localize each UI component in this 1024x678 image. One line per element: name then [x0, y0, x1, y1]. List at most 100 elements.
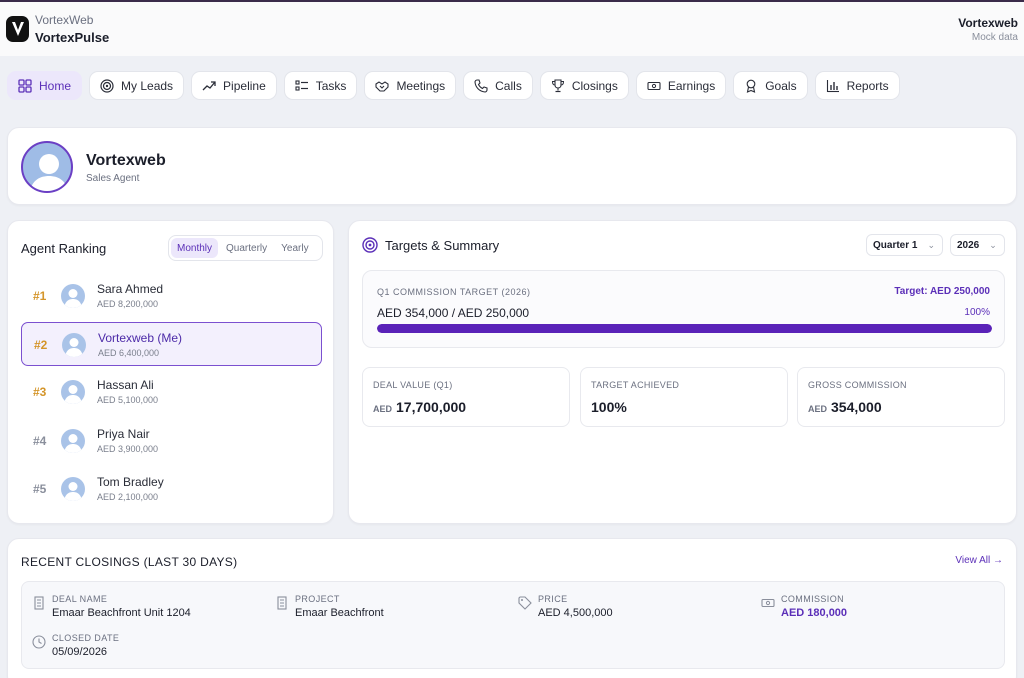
field-value: AED 4,500,000	[538, 607, 613, 619]
stat-value-wrap: AED 17,700,000	[373, 399, 466, 415]
stat-value-wrap: AED 354,000	[808, 399, 882, 415]
commission-target-label: Q1 COMMISSION TARGET (2026)	[377, 287, 531, 297]
avatar[interactable]	[21, 141, 73, 193]
nav-label: Reports	[846, 78, 889, 93]
target-icon	[100, 78, 114, 93]
agent-name: Hassan Ali	[97, 378, 154, 392]
ranking-title: Agent Ranking	[21, 241, 107, 256]
chevron-down-icon: ⌄	[989, 239, 997, 250]
stat-gross-commission: GROSS COMMISSION AED 354,000	[797, 367, 1005, 427]
field-label: COMMISSION	[781, 594, 845, 604]
nav-label: Earnings	[667, 78, 716, 93]
phone-icon	[474, 78, 488, 93]
stat-label: DEAL VALUE (Q1)	[373, 380, 453, 390]
nav-meetings[interactable]: Meetings	[364, 71, 457, 100]
ranking-row-me[interactable]: #2 Vortexweb (Me) AED 6,400,000	[21, 322, 322, 366]
commission-progress-percent: 100%	[964, 307, 990, 318]
main-nav: Home My Leads Pipeline Tasks Meetings Ca…	[7, 71, 900, 100]
grid-icon	[18, 78, 32, 93]
field-label: PROJECT	[295, 594, 340, 604]
agent-amount: AED 5,100,000	[97, 395, 159, 405]
period-selector: Monthly Quarterly Yearly	[168, 235, 323, 261]
avatar	[61, 429, 85, 453]
year-select-value: 2026	[957, 239, 980, 251]
stat-value: 17,700,000	[396, 399, 467, 415]
nav-pipeline[interactable]: Pipeline	[191, 71, 277, 100]
closings-title: RECENT CLOSINGS (LAST 30 DAYS)	[21, 555, 238, 569]
ranking-row[interactable]: #3 Hassan Ali AED 5,100,000	[21, 370, 322, 414]
avatar	[61, 284, 85, 308]
brand-app-name: VortexPulse	[35, 30, 110, 45]
agent-name: Vortexweb (Me)	[98, 331, 183, 345]
handshake-icon	[375, 80, 389, 92]
stat-value: 354,000	[831, 399, 882, 415]
commission-progress-fill	[377, 324, 992, 333]
nav-label: Closings	[571, 78, 618, 93]
nav-my-leads[interactable]: My Leads	[89, 71, 185, 100]
profile-card: Vortexweb Sales Agent	[7, 127, 1017, 205]
stat-currency: AED	[808, 404, 828, 414]
building-icon	[277, 596, 287, 610]
stat-target-achieved: TARGET ACHIEVED 100%	[580, 367, 788, 427]
commission-target-panel: Q1 COMMISSION TARGET (2026) Target: AED …	[362, 270, 1005, 348]
targets-title: Targets & Summary	[385, 238, 500, 253]
rank-number: #3	[33, 385, 47, 399]
nav-label: Goals	[765, 78, 797, 93]
stat-deal-value: DEAL VALUE (Q1) AED 17,700,000	[362, 367, 570, 427]
tag-icon	[518, 596, 532, 610]
agent-name: Sara Ahmed	[97, 282, 164, 296]
brand-company: VortexWeb	[35, 13, 94, 27]
closing-item[interactable]: DEAL NAME Emaar Beachfront Unit 1204 PRO…	[21, 581, 1005, 669]
ranking-row[interactable]: #4 Priya Nair AED 3,900,000	[21, 419, 322, 463]
quarter-select[interactable]: Quarter 1 ⌄	[866, 234, 943, 256]
nav-reports[interactable]: Reports	[814, 71, 900, 100]
nav-calls[interactable]: Calls	[463, 71, 533, 100]
field-value: AED 180,000	[781, 607, 848, 619]
agent-amount: AED 3,900,000	[97, 444, 159, 454]
avatar	[61, 477, 85, 501]
nav-earnings[interactable]: Earnings	[635, 71, 727, 100]
period-monthly[interactable]: Monthly	[171, 238, 219, 258]
view-all-link[interactable]: View All →	[955, 555, 1003, 566]
field-label: CLOSED DATE	[52, 633, 120, 643]
period-quarterly[interactable]: Quarterly	[220, 238, 273, 258]
commission-progress-value: AED 354,000 / AED 250,000	[377, 306, 530, 320]
field-value: Emaar Beachfront	[295, 607, 384, 619]
data-source-note: Mock data	[971, 32, 1018, 43]
recent-closings-card: RECENT CLOSINGS (LAST 30 DAYS) View All …	[7, 538, 1017, 678]
agent-amount: AED 8,200,000	[97, 299, 159, 309]
nav-goals[interactable]: Goals	[733, 71, 808, 100]
field-value: 05/09/2026	[52, 646, 108, 658]
nav-label: Calls	[495, 78, 522, 93]
targets-summary-card: Targets & Summary Quarter 1 ⌄ 2026 ⌄ Q1 …	[348, 220, 1017, 524]
stat-value: 100%	[591, 399, 627, 415]
banknote-icon	[761, 598, 775, 608]
ranking-row[interactable]: #1 Sara Ahmed AED 8,200,000	[21, 274, 322, 318]
rank-number: #2	[34, 338, 48, 352]
nav-label: Home	[39, 78, 72, 93]
nav-label: Pipeline	[223, 78, 266, 93]
stat-label: GROSS COMMISSION	[808, 380, 907, 390]
current-user-name[interactable]: Vortexweb	[958, 16, 1018, 30]
ranking-row[interactable]: #5 Tom Bradley AED 2,100,000	[21, 467, 322, 511]
chevron-down-icon: ⌄	[927, 239, 936, 250]
agent-amount: AED 6,400,000	[98, 348, 160, 358]
rank-number: #4	[33, 434, 47, 448]
agent-name: Priya Nair	[97, 427, 150, 441]
nav-tasks[interactable]: Tasks	[283, 71, 358, 100]
stat-label: TARGET ACHIEVED	[591, 380, 680, 390]
quarter-select-value: Quarter 1	[873, 239, 918, 251]
avatar	[61, 380, 85, 404]
stat-value-wrap: 100%	[591, 399, 627, 415]
target-icon	[362, 237, 378, 253]
vortex-logo-icon[interactable]	[6, 16, 29, 42]
year-select[interactable]: 2026 ⌄	[950, 234, 1005, 256]
nav-home[interactable]: Home	[7, 71, 83, 100]
nav-closings[interactable]: Closings	[539, 71, 629, 100]
app-header: VortexWeb VortexPulse Vortexweb Mock dat…	[0, 2, 1024, 56]
field-label: PRICE	[538, 594, 568, 604]
field-value: Emaar Beachfront Unit 1204	[52, 607, 191, 619]
trending-up-icon	[202, 80, 216, 90]
period-yearly[interactable]: Yearly	[275, 238, 314, 258]
avatar	[62, 333, 86, 357]
